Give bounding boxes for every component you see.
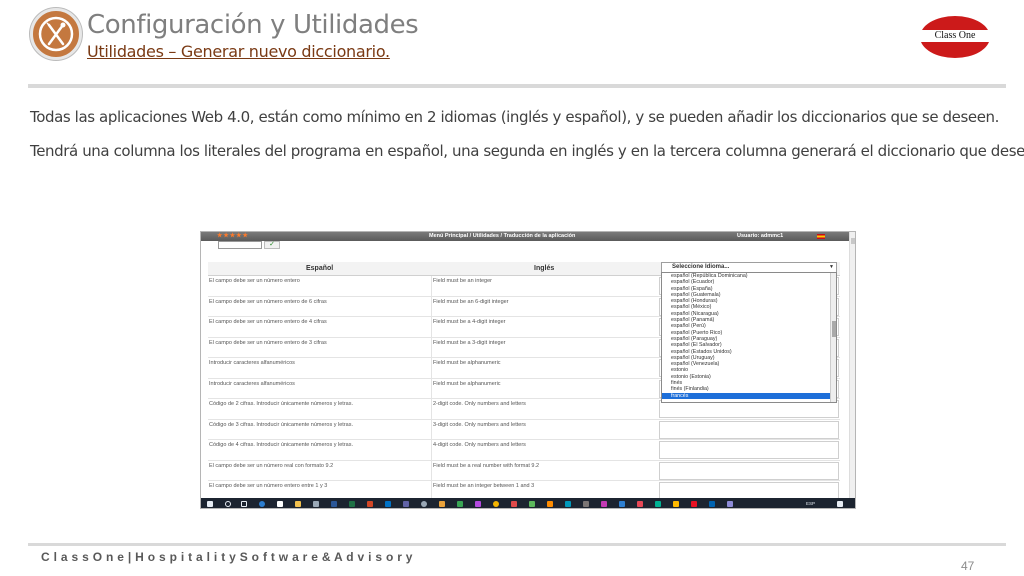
mail-icon[interactable] (313, 501, 319, 507)
english-cell: Field must be an integer (433, 278, 493, 284)
brand-logo: Class One (918, 16, 992, 58)
english-cell: Field must be a real number with format … (433, 462, 540, 469)
app-icon[interactable] (475, 501, 481, 507)
app-icon[interactable] (727, 501, 733, 507)
footer-divider (28, 543, 1006, 546)
word-icon[interactable] (331, 501, 337, 507)
app-icon[interactable] (691, 501, 697, 507)
app-icon[interactable] (619, 501, 625, 507)
english-cell: Field must be a 3-digit integer (433, 339, 506, 346)
teams-icon[interactable] (403, 501, 409, 507)
store-icon[interactable] (277, 501, 283, 507)
app-icon[interactable] (709, 501, 715, 507)
logo (30, 8, 82, 60)
english-cell: 2-digit code. Only numbers and letters (433, 401, 526, 407)
app-screenshot: ★★★★★ Menú Principal / Utilidades / Trad… (200, 231, 856, 509)
dropdown-scroll-thumb[interactable] (832, 321, 836, 337)
english-cell: 4-digit code. Only numbers and letters (433, 442, 526, 448)
english-cell: Field must be an 6-digit integer (433, 298, 509, 305)
spanish-cell: El campo debe ser un número entero entre… (209, 483, 328, 489)
app-icon[interactable] (601, 501, 607, 507)
user-label: Usuario: admmc1 (737, 233, 784, 239)
english-cell: Field must be an integer between 1 and 3 (433, 483, 535, 489)
spanish-cell: Introducir caracteres alfanuméricos (209, 380, 295, 387)
powerpoint-icon[interactable] (367, 501, 373, 507)
fork-knife-icon (38, 16, 74, 52)
spanish-cell: El campo debe ser un número real con for… (209, 462, 334, 469)
spain-flag-icon[interactable] (817, 234, 825, 239)
app-icon[interactable] (583, 501, 589, 507)
folder-icon[interactable] (295, 501, 301, 507)
app-icon[interactable] (439, 501, 445, 507)
dictionary-input[interactable] (659, 420, 839, 439)
search-input[interactable] (218, 241, 262, 249)
app-icon[interactable] (511, 501, 517, 507)
english-cell: 3-digit code. Only numbers and letters (433, 421, 526, 428)
english-cell: Field must be alphanumeric (433, 360, 501, 366)
brand-name: Class One (934, 30, 976, 41)
chevron-down-icon[interactable]: ▼ (829, 264, 834, 270)
slide-subtitle: Utilidades – Generar nuevo diccionario. (87, 42, 390, 61)
settings-icon[interactable] (421, 501, 427, 507)
app-icon[interactable] (637, 501, 643, 507)
paragraph-columns: Tendrá una columna los literales del pro… (30, 142, 1024, 160)
app-menubar: ★★★★★ Menú Principal / Utilidades / Trad… (201, 232, 849, 241)
search-icon[interactable] (225, 501, 231, 507)
english-cell: Field must be alphanumeric (433, 380, 501, 387)
spanish-cell: El campo debe ser un número entero de 4 … (209, 319, 327, 325)
spanish-cell: Introducir caracteres alfanuméricos (209, 360, 295, 366)
app-icon[interactable] (673, 501, 679, 507)
spanish-cell: El campo debe ser un número entero de 3 … (209, 339, 327, 346)
language-select-value: Seleccione Idioma... (672, 264, 730, 270)
breadcrumb[interactable]: Menú Principal / Utilidades / Traducción… (429, 232, 575, 241)
language-dropdown[interactable]: español (República Dominicana) español (… (661, 272, 837, 403)
confirm-button[interactable]: ✓ (264, 241, 280, 249)
keyboard-language[interactable]: ESP (806, 501, 815, 506)
table-row: El campo debe ser un número real con for… (208, 460, 840, 481)
app-icon[interactable] (565, 501, 571, 507)
notification-icon[interactable] (837, 501, 843, 507)
slide-title: Configuración y Utilidades (87, 10, 419, 40)
table-row: Código de 3 cifras. Introducir únicament… (208, 419, 840, 440)
spanish-cell: Código de 4 cifras. Introducir únicament… (209, 442, 353, 448)
outlook-icon[interactable] (385, 501, 391, 507)
app-icon[interactable] (655, 501, 661, 507)
footer-company: C l a s s O n e | H o s p i t a l i t y … (41, 550, 413, 564)
spanish-cell: El campo debe ser un número entero (209, 278, 300, 284)
paragraph-intro: Todas las aplicaciones Web 4.0, están co… (30, 108, 1000, 126)
task-view-icon[interactable] (241, 501, 247, 507)
spanish-cell: Código de 2 cifras. Introducir únicament… (209, 401, 353, 407)
dictionary-input[interactable] (659, 461, 839, 480)
dropdown-scrollbar[interactable] (830, 273, 836, 402)
spanish-cell: El campo debe ser un número entero de 6 … (209, 298, 327, 305)
excel-icon[interactable] (349, 501, 355, 507)
english-cell: Field must be a 4-digit integer (433, 319, 506, 325)
page-number: 47 (961, 559, 975, 573)
spanish-cell: Código de 3 cifras. Introducir únicament… (209, 421, 353, 428)
column-header-spanish: Español (306, 265, 334, 272)
table-row: Código de 4 cifras. Introducir únicament… (208, 440, 840, 461)
column-header-english: Inglés (534, 265, 555, 272)
windows-start-icon[interactable] (207, 501, 213, 507)
rating-stars: ★★★★★ (217, 233, 249, 239)
page-scrollbar[interactable] (849, 232, 855, 498)
edge-icon[interactable] (259, 501, 265, 507)
header-divider (28, 84, 1006, 88)
app-icon[interactable] (547, 501, 553, 507)
language-option-selected[interactable]: francés (662, 392, 836, 399)
app-icon[interactable] (457, 501, 463, 507)
dictionary-input[interactable] (659, 441, 839, 459)
chrome-icon[interactable] (493, 501, 499, 507)
app-icon[interactable] (529, 501, 535, 507)
windows-taskbar: ESP (201, 498, 855, 508)
